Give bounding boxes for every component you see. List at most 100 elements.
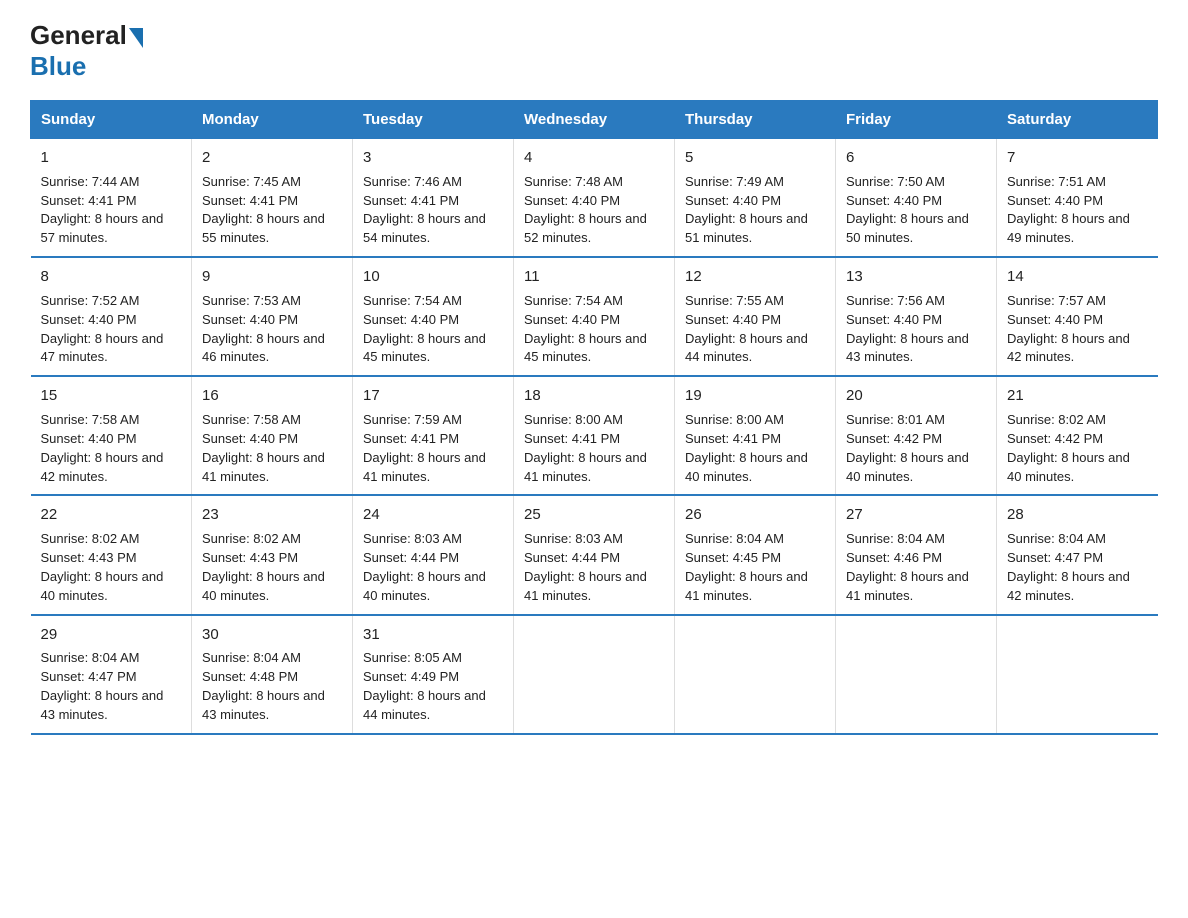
day-cell: 16 Sunrise: 7:58 AMSunset: 4:40 PMDayligh… [192, 376, 353, 495]
day-info: Sunrise: 8:02 AMSunset: 4:43 PMDaylight:… [202, 531, 325, 603]
day-info: Sunrise: 7:56 AMSunset: 4:40 PMDaylight:… [846, 293, 969, 365]
day-number: 23 [202, 504, 342, 526]
day-cell: 7 Sunrise: 7:51 AMSunset: 4:40 PMDaylight… [997, 139, 1158, 258]
day-cell: 17 Sunrise: 7:59 AMSunset: 4:41 PMDayligh… [353, 376, 514, 495]
day-info: Sunrise: 7:49 AMSunset: 4:40 PMDaylight:… [685, 174, 808, 246]
day-info: Sunrise: 7:51 AMSunset: 4:40 PMDaylight:… [1007, 174, 1130, 246]
logo: General Blue [30, 20, 145, 82]
day-cell: 25 Sunrise: 8:03 AMSunset: 4:44 PMDayligh… [514, 495, 675, 614]
week-row-5: 29 Sunrise: 8:04 AMSunset: 4:47 PMDayligh… [31, 615, 1158, 734]
day-cell: 21 Sunrise: 8:02 AMSunset: 4:42 PMDayligh… [997, 376, 1158, 495]
day-number: 25 [524, 504, 664, 526]
col-header-sunday: Sunday [31, 101, 192, 139]
day-number: 24 [363, 504, 503, 526]
day-info: Sunrise: 8:02 AMSunset: 4:42 PMDaylight:… [1007, 412, 1130, 484]
day-cell: 18 Sunrise: 8:00 AMSunset: 4:41 PMDayligh… [514, 376, 675, 495]
col-header-wednesday: Wednesday [514, 101, 675, 139]
day-info: Sunrise: 7:46 AMSunset: 4:41 PMDaylight:… [363, 174, 486, 246]
day-cell: 23 Sunrise: 8:02 AMSunset: 4:43 PMDayligh… [192, 495, 353, 614]
day-cell [514, 615, 675, 734]
day-cell: 6Sunrise: 7:50 AMSunset: 4:40 PMDaylight… [836, 139, 997, 258]
day-number: 29 [41, 624, 182, 646]
day-number: 30 [202, 624, 342, 646]
day-cell: 2Sunrise: 7:45 AMSunset: 4:41 PMDaylight… [192, 139, 353, 258]
day-cell: 9 Sunrise: 7:53 AMSunset: 4:40 PMDaylight… [192, 257, 353, 376]
day-number: 18 [524, 385, 664, 407]
day-info: Sunrise: 8:04 AMSunset: 4:47 PMDaylight:… [41, 650, 164, 722]
day-cell: 14 Sunrise: 7:57 AMSunset: 4:40 PMDayligh… [997, 257, 1158, 376]
day-cell: 15Sunrise: 7:58 AMSunset: 4:40 PMDayligh… [31, 376, 192, 495]
day-number: 11 [524, 266, 664, 288]
day-number: 16 [202, 385, 342, 407]
day-info: Sunrise: 7:44 AMSunset: 4:41 PMDaylight:… [41, 174, 164, 246]
col-header-tuesday: Tuesday [353, 101, 514, 139]
day-cell: 28Sunrise: 8:04 AMSunset: 4:47 PMDayligh… [997, 495, 1158, 614]
day-number: 1 [41, 147, 182, 169]
day-cell: 4 Sunrise: 7:48 AMSunset: 4:40 PMDaylight… [514, 139, 675, 258]
day-info: Sunrise: 7:59 AMSunset: 4:41 PMDaylight:… [363, 412, 486, 484]
week-row-3: 15Sunrise: 7:58 AMSunset: 4:40 PMDayligh… [31, 376, 1158, 495]
day-info: Sunrise: 7:45 AMSunset: 4:41 PMDaylight:… [202, 174, 325, 246]
day-info: Sunrise: 7:48 AMSunset: 4:40 PMDaylight:… [524, 174, 647, 246]
day-cell: 27 Sunrise: 8:04 AMSunset: 4:46 PMDayligh… [836, 495, 997, 614]
col-header-monday: Monday [192, 101, 353, 139]
day-number: 17 [363, 385, 503, 407]
day-number: 19 [685, 385, 825, 407]
day-cell: 3 Sunrise: 7:46 AMSunset: 4:41 PMDaylight… [353, 139, 514, 258]
day-info: Sunrise: 8:03 AMSunset: 4:44 PMDaylight:… [524, 531, 647, 603]
week-row-4: 22 Sunrise: 8:02 AMSunset: 4:43 PMDayligh… [31, 495, 1158, 614]
day-number: 13 [846, 266, 986, 288]
day-cell: 8Sunrise: 7:52 AMSunset: 4:40 PMDaylight… [31, 257, 192, 376]
day-info: Sunrise: 8:03 AMSunset: 4:44 PMDaylight:… [363, 531, 486, 603]
day-info: Sunrise: 7:58 AMSunset: 4:40 PMDaylight:… [41, 412, 164, 484]
day-info: Sunrise: 8:02 AMSunset: 4:43 PMDaylight:… [41, 531, 164, 603]
day-number: 31 [363, 624, 503, 646]
day-number: 3 [363, 147, 503, 169]
day-cell: 1 Sunrise: 7:44 AMSunset: 4:41 PMDaylight… [31, 139, 192, 258]
day-number: 27 [846, 504, 986, 526]
day-info: Sunrise: 7:54 AMSunset: 4:40 PMDaylight:… [524, 293, 647, 365]
day-number: 21 [1007, 385, 1148, 407]
day-info: Sunrise: 8:05 AMSunset: 4:49 PMDaylight:… [363, 650, 486, 722]
day-number: 7 [1007, 147, 1148, 169]
day-info: Sunrise: 7:57 AMSunset: 4:40 PMDaylight:… [1007, 293, 1130, 365]
day-number: 26 [685, 504, 825, 526]
day-info: Sunrise: 8:04 AMSunset: 4:45 PMDaylight:… [685, 531, 808, 603]
day-info: Sunrise: 8:00 AMSunset: 4:41 PMDaylight:… [685, 412, 808, 484]
day-cell: 13 Sunrise: 7:56 AMSunset: 4:40 PMDayligh… [836, 257, 997, 376]
day-number: 10 [363, 266, 503, 288]
day-cell [997, 615, 1158, 734]
day-info: Sunrise: 7:53 AMSunset: 4:40 PMDaylight:… [202, 293, 325, 365]
day-cell: 26 Sunrise: 8:04 AMSunset: 4:45 PMDayligh… [675, 495, 836, 614]
day-cell: 29 Sunrise: 8:04 AMSunset: 4:47 PMDayligh… [31, 615, 192, 734]
day-number: 12 [685, 266, 825, 288]
day-info: Sunrise: 8:00 AMSunset: 4:41 PMDaylight:… [524, 412, 647, 484]
day-number: 9 [202, 266, 342, 288]
day-cell: 11 Sunrise: 7:54 AMSunset: 4:40 PMDayligh… [514, 257, 675, 376]
day-number: 14 [1007, 266, 1148, 288]
day-cell: 19 Sunrise: 8:00 AMSunset: 4:41 PMDayligh… [675, 376, 836, 495]
day-info: Sunrise: 8:04 AMSunset: 4:48 PMDaylight:… [202, 650, 325, 722]
day-number: 28 [1007, 504, 1148, 526]
day-cell: 10 Sunrise: 7:54 AMSunset: 4:40 PMDayligh… [353, 257, 514, 376]
day-info: Sunrise: 7:50 AMSunset: 4:40 PMDaylight:… [846, 174, 969, 246]
day-info: Sunrise: 8:01 AMSunset: 4:42 PMDaylight:… [846, 412, 969, 484]
page-header: General Blue [30, 20, 1158, 82]
day-number: 22 [41, 504, 182, 526]
day-number: 4 [524, 147, 664, 169]
calendar-table: SundayMondayTuesdayWednesdayThursdayFrid… [30, 100, 1158, 735]
logo-general-text: General [30, 20, 127, 51]
calendar-header-row: SundayMondayTuesdayWednesdayThursdayFrid… [31, 101, 1158, 139]
day-info: Sunrise: 7:58 AMSunset: 4:40 PMDaylight:… [202, 412, 325, 484]
day-cell: 5Sunrise: 7:49 AMSunset: 4:40 PMDaylight… [675, 139, 836, 258]
day-cell [836, 615, 997, 734]
day-cell: 12Sunrise: 7:55 AMSunset: 4:40 PMDayligh… [675, 257, 836, 376]
col-header-saturday: Saturday [997, 101, 1158, 139]
day-info: Sunrise: 7:54 AMSunset: 4:40 PMDaylight:… [363, 293, 486, 365]
day-cell [675, 615, 836, 734]
logo-triangle-icon [129, 28, 143, 48]
col-header-friday: Friday [836, 101, 997, 139]
day-info: Sunrise: 8:04 AMSunset: 4:46 PMDaylight:… [846, 531, 969, 603]
day-cell: 20Sunrise: 8:01 AMSunset: 4:42 PMDayligh… [836, 376, 997, 495]
day-number: 8 [41, 266, 182, 288]
